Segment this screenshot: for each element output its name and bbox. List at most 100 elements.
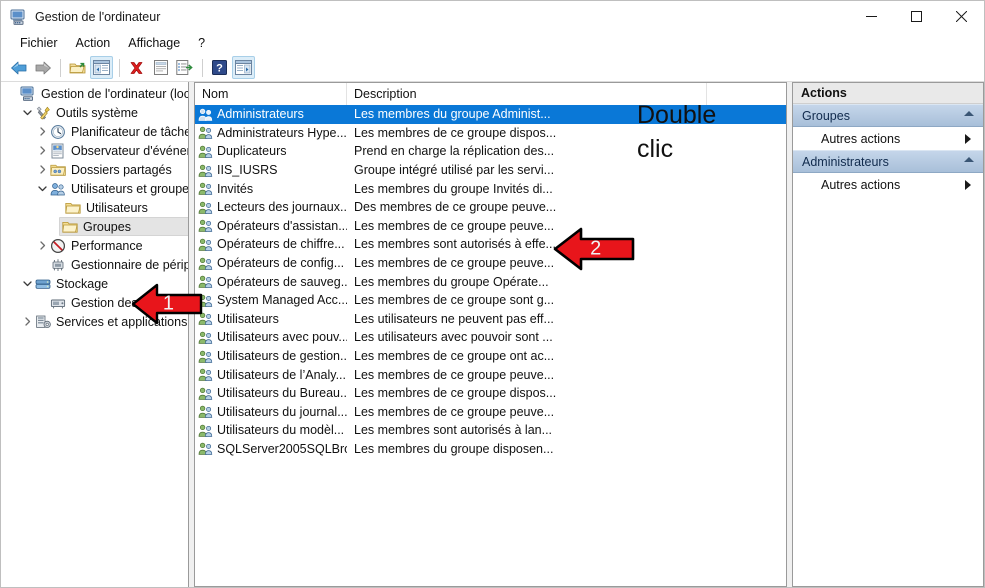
action-item-autres-actions[interactable]: Autres actions [793, 127, 983, 150]
actions-group-title: Administrateurs [802, 154, 889, 169]
group-description-cell: Les membres de ce groupe sont g... [354, 293, 555, 308]
actions-group-header[interactable]: Administrateurs [793, 150, 983, 173]
table-row[interactable]: Opérateurs de config... Les membres de ce… [195, 254, 786, 273]
menu-affichage[interactable]: Affichage [119, 34, 189, 52]
help-icon[interactable]: ? [208, 56, 231, 79]
close-button[interactable] [939, 1, 984, 32]
group-icon [198, 200, 214, 215]
show-hide-tree-icon[interactable] [90, 56, 113, 79]
menu-bar: Fichier Action Affichage ? [1, 32, 984, 54]
chevron-down-icon[interactable] [20, 105, 35, 120]
table-row[interactable]: Lecteurs des journaux... Des membres de c… [195, 198, 786, 217]
properties-icon[interactable] [149, 56, 172, 79]
minimize-button[interactable] [849, 1, 894, 32]
folder-icon [65, 200, 82, 216]
tree-item-performance[interactable]: Performance [1, 236, 188, 255]
table-row[interactable]: Opérateurs de sauveg... Les membres du gr… [195, 272, 786, 291]
group-name-cell: Opérateurs de config... [195, 256, 347, 271]
table-row[interactable]: Utilisateurs du journal... Les membres de… [195, 403, 786, 422]
chevron-right-icon[interactable] [35, 124, 50, 139]
group-name-cell: Utilisateurs avec pouv... [195, 330, 347, 345]
console-tree-pane: Gestion de l'ordinateur (local) Outils sy… [1, 82, 189, 587]
chevron-up-icon[interactable] [964, 111, 974, 116]
chevron-right-icon[interactable] [20, 314, 35, 329]
export-list-icon[interactable] [173, 56, 196, 79]
group-icon [198, 441, 214, 456]
table-row[interactable]: Utilisateurs avec pouv... Les utilisateur… [195, 328, 786, 347]
table-row[interactable]: System Managed Acc... Les membres de ce g… [195, 291, 786, 310]
tree-item-gestion-de-l-ordinateur-local[interactable]: Gestion de l'ordinateur (local) [1, 84, 188, 103]
menu-aide[interactable]: ? [189, 34, 214, 52]
forward-icon[interactable] [31, 56, 54, 79]
tree-item-gestionnaire-de-p-riph[interactable]: Gestionnaire de périphé [1, 255, 188, 274]
menu-action[interactable]: Action [67, 34, 120, 52]
tree-item-utilisateurs-et-groupes-l[interactable]: Utilisateurs et groupes l [1, 179, 188, 198]
device-manager-icon [50, 257, 67, 273]
tree-item-label: Dossiers partagés [71, 162, 172, 177]
computer-icon [20, 86, 37, 102]
action-item-label: Autres actions [821, 131, 901, 146]
chevron-none [5, 86, 20, 101]
toolbar-separator [202, 58, 203, 77]
toolbar-separator [60, 58, 61, 77]
group-icon [198, 349, 214, 364]
tree-item-label: Outils système [56, 105, 138, 120]
group-icon [198, 404, 214, 419]
group-name-cell: Opérateurs de chiffre... [195, 237, 347, 252]
tree-item-observateur-d-v-nements[interactable]: Observateur d'événements [1, 141, 188, 160]
group-icon [198, 218, 214, 233]
group-description-cell: Les utilisateurs avec pouvoir sont ... [354, 330, 553, 345]
tree-item-utilisateurs[interactable]: Utilisateurs [1, 198, 188, 217]
table-row[interactable]: Utilisateurs de l’Analy... Les membres de… [195, 365, 786, 384]
tree-item-planificateur-de-t-ches[interactable]: Planificateur de tâches [1, 122, 188, 141]
up-folder-icon[interactable] [66, 56, 89, 79]
group-description-cell: Les membres de ce groupe peuve... [354, 218, 555, 233]
delete-icon[interactable] [125, 56, 148, 79]
group-icon [198, 181, 214, 196]
chevron-right-icon[interactable] [35, 143, 50, 158]
table-row[interactable]: Utilisateurs du Bureau... Les membres de … [195, 384, 786, 403]
group-name-cell: Utilisateurs de l’Analy... [195, 367, 347, 382]
table-row[interactable]: Opérateurs de chiffre... Les membres sont… [195, 235, 786, 254]
group-name-label: Utilisateurs avec pouv... [217, 330, 347, 345]
tree-item-groupes[interactable]: Groupes [59, 217, 188, 236]
tree-item-dossiers-partag-s[interactable]: Dossiers partagés [1, 160, 188, 179]
group-name-label: Utilisateurs du modèl... [217, 423, 345, 438]
group-name-cell: System Managed Acc... [195, 293, 347, 308]
table-row[interactable]: Utilisateurs de gestion... Les membres de… [195, 347, 786, 366]
back-icon[interactable] [7, 56, 30, 79]
group-name-label: Opérateurs d'assistan... [217, 218, 347, 233]
group-name-label: Opérateurs de config... [217, 256, 345, 271]
column-nom[interactable]: Nom [195, 83, 347, 105]
menu-fichier[interactable]: Fichier [11, 34, 67, 52]
group-name-cell: Lecteurs des journaux... [195, 200, 347, 215]
chevron-right-icon[interactable] [35, 162, 50, 177]
chevron-up-icon[interactable] [964, 157, 974, 162]
group-name-cell: Utilisateurs du modèl... [195, 423, 347, 438]
chevron-right-icon[interactable] [35, 238, 50, 253]
group-description-cell: Les membres du groupe Opérate... [354, 274, 549, 289]
table-row[interactable]: Utilisateurs Les utilisateurs ne peuvent … [195, 310, 786, 329]
group-name-cell: Opérateurs de sauveg... [195, 274, 347, 289]
table-row[interactable]: Opérateurs d'assistan... Les membres de c… [195, 217, 786, 236]
annotation-arrow-2: 2 [553, 224, 635, 274]
actions-pane: Actions Groupes Autres actions Administrat… [792, 82, 984, 587]
tree-item-outils-syst-me[interactable]: Outils système [1, 103, 188, 122]
chevron-down-icon[interactable] [20, 276, 35, 291]
table-row[interactable]: Utilisateurs du modèl... Les membres sont… [195, 421, 786, 440]
chevron-down-icon[interactable] [35, 181, 50, 196]
group-name-label: Invités [217, 181, 254, 196]
action-item-autres-actions[interactable]: Autres actions [793, 173, 983, 196]
tree-item-label: Gestion de l'ordinateur (local) [41, 86, 188, 101]
performance-icon [50, 238, 67, 254]
tree-item-label: Observateur d'événements [71, 143, 188, 158]
event-viewer-icon [50, 143, 67, 159]
table-row[interactable]: SQLServer2005SQLBro... Les membres du gro… [195, 440, 786, 459]
clock-icon [50, 124, 67, 140]
group-description-cell: Les membres de ce groupe peuve... [354, 256, 555, 271]
actions-group-header[interactable]: Groupes [793, 104, 983, 127]
show-action-pane-icon[interactable] [232, 56, 255, 79]
maximize-button[interactable] [894, 1, 939, 32]
folder-icon [62, 219, 79, 235]
table-row[interactable]: Invités Les membres du groupe Invités di.… [195, 179, 786, 198]
